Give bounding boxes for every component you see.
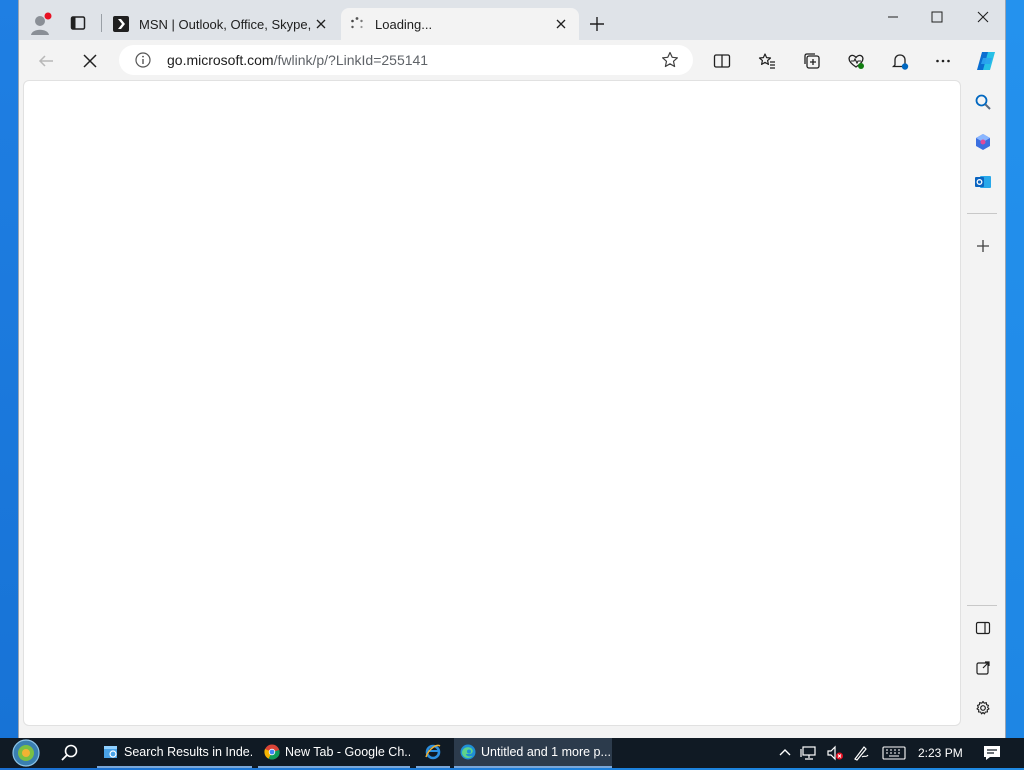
edge-sidebar — [961, 80, 1005, 738]
tab-msn[interactable]: MSN | Outlook, Office, Skype, Bing — [105, 8, 339, 40]
games-icon[interactable] — [973, 132, 993, 152]
profile-avatar-icon[interactable] — [27, 10, 55, 38]
taskbar-search-icon[interactable] — [60, 743, 82, 765]
sidebar-divider — [967, 605, 997, 606]
notifications-bell-icon[interactable] — [889, 50, 911, 72]
site-info-icon[interactable] — [135, 52, 151, 68]
more-options-icon[interactable] — [932, 50, 954, 72]
chrome-icon — [264, 744, 280, 760]
internet-explorer-icon — [425, 744, 441, 760]
edge-icon — [460, 744, 476, 760]
taskbar-item-ie[interactable] — [416, 738, 450, 768]
explorer-search-icon — [104, 746, 117, 758]
show-hidden-icons-chevron-up-icon[interactable] — [776, 744, 794, 762]
taskbar-item-label: Untitled and 1 more p... — [481, 745, 611, 759]
start-button-icon[interactable] — [8, 739, 44, 767]
msn-favicon-icon — [113, 16, 129, 32]
taskbar-item-label: Search Results in Inde... — [124, 745, 252, 759]
maximize-icon[interactable] — [917, 6, 957, 28]
browser-essentials-icon[interactable] — [845, 50, 867, 72]
touch-keyboard-icon[interactable] — [882, 744, 906, 762]
tab-actions-icon[interactable] — [67, 12, 89, 34]
loading-spinner-icon — [349, 16, 365, 32]
back-arrow-icon[interactable] — [35, 50, 57, 72]
taskbar: Search Results in Inde... New Tab - Goog… — [0, 738, 1024, 768]
search-icon[interactable] — [973, 92, 993, 112]
hide-sidebar-icon[interactable] — [973, 618, 993, 638]
network-icon[interactable] — [800, 744, 818, 762]
open-external-icon[interactable] — [973, 658, 993, 678]
stop-loading-icon[interactable] — [79, 50, 101, 72]
taskbar-item-label: New Tab - Google Ch... — [285, 745, 410, 759]
favorites-icon[interactable] — [756, 50, 778, 72]
new-tab-plus-icon[interactable] — [587, 14, 607, 34]
favorite-star-icon[interactable] — [661, 51, 679, 69]
taskbar-item-edge[interactable]: Untitled and 1 more p... — [454, 738, 612, 768]
taskbar-clock[interactable]: 2:23 PM — [918, 746, 963, 760]
page-content[interactable] — [23, 80, 961, 726]
taskbar-item-chrome[interactable]: New Tab - Google Ch... — [258, 738, 410, 768]
url-path: /fwlink/p/?LinkId=255141 — [273, 52, 429, 68]
tab-title: MSN | Outlook, Office, Skype, Bing — [139, 16, 311, 32]
tab-separator — [101, 14, 102, 32]
minimize-icon[interactable] — [873, 6, 913, 28]
split-screen-icon[interactable] — [711, 50, 733, 72]
pen-workspace-icon[interactable] — [852, 744, 870, 762]
taskbar-item-explorer[interactable]: Search Results in Inde... — [97, 738, 252, 768]
browser-window: MSN | Outlook, Office, Skype, Bing Loadi… — [18, 0, 1006, 738]
desktop-background-right — [1006, 0, 1024, 738]
url-host: go.microsoft.com — [167, 52, 274, 68]
tab-strip: MSN | Outlook, Office, Skype, Bing Loadi… — [19, 0, 1005, 40]
action-center-notification-icon[interactable] — [982, 744, 1002, 762]
close-tab-icon[interactable] — [551, 14, 571, 34]
volume-muted-icon[interactable] — [826, 744, 844, 762]
tab-title: Loading... — [375, 16, 433, 32]
navigation-toolbar: go.microsoft.com/fwlink/p/?LinkId=255141 — [19, 40, 1005, 80]
close-tab-icon[interactable] — [311, 14, 331, 34]
add-app-plus-icon[interactable] — [973, 236, 993, 256]
copilot-icon[interactable] — [973, 48, 999, 74]
url-text[interactable]: go.microsoft.com/fwlink/p/?LinkId=255141 — [167, 52, 428, 68]
close-window-icon[interactable] — [963, 6, 1003, 28]
address-bar[interactable]: go.microsoft.com/fwlink/p/?LinkId=255141 — [119, 45, 693, 75]
settings-gear-icon[interactable] — [973, 698, 993, 718]
desktop-background-left — [0, 0, 18, 738]
sidebar-divider — [967, 213, 997, 214]
collections-icon[interactable] — [801, 50, 823, 72]
tab-loading[interactable]: Loading... — [341, 8, 579, 40]
outlook-icon[interactable] — [973, 172, 993, 192]
